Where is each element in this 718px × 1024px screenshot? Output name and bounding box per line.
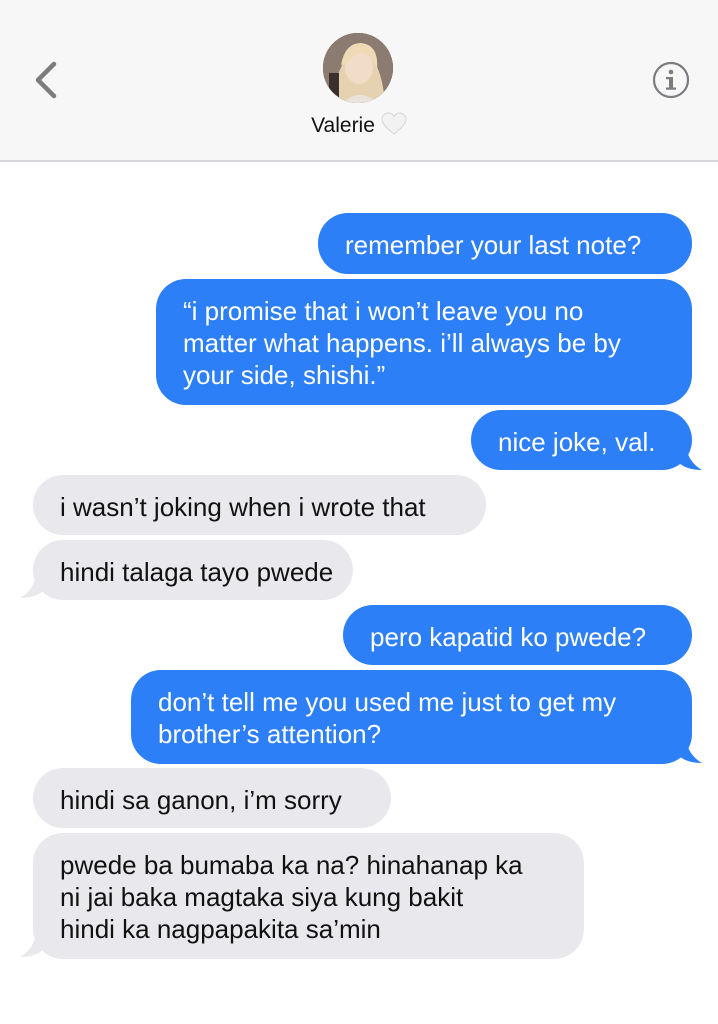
message-bubble-received[interactable]: hindi sa ganon, i’m sorry [33,768,391,828]
message-bubble-sent[interactable]: pero kapatid ko pwede? [343,605,692,665]
message-bubble-sent[interactable]: “i promise that i won’t leave you no mat… [156,279,692,405]
contact-name-row[interactable]: Valerie [0,112,718,142]
message-text: hindi talaga tayo pwede [60,557,334,587]
info-icon [652,61,690,99]
message-thread[interactable]: remember your last note? “i promise that… [0,164,718,1024]
message-bubble-sent[interactable]: don’t tell me you used me just to get my… [131,670,692,764]
message-bubble-sent[interactable]: remember your last note? [318,213,692,274]
message-bubble-received[interactable]: pwede ba bumaba ka na? hinahanap ka ni j… [33,833,584,959]
sent-bubble-tail [678,739,702,763]
message-text: your side, shishi.” [183,360,386,390]
message-text: nice joke, val. [498,427,656,457]
sent-bubble-tail [678,446,702,470]
contact-name: Valerie [311,114,375,137]
back-button[interactable] [28,58,64,102]
message-text: hindi ka nagpapakita sa’min [60,914,381,944]
info-button[interactable] [652,61,690,99]
message-text: hindi sa ganon, i’m sorry [60,785,342,815]
message-text: don’t tell me you used me just to get my [158,687,617,717]
message-bubble-sent[interactable]: nice joke, val. [471,410,692,470]
received-bubble-tail [20,933,44,957]
message-text: ni jai baka magtaka siya kung bakit [60,882,464,912]
white-heart-icon [381,112,407,142]
message-text: pero kapatid ko pwede? [370,622,647,652]
received-bubble-tail [20,574,44,598]
chevron-left-icon [35,61,57,99]
message-bubble-received[interactable]: i wasn’t joking when i wrote that [33,475,486,535]
message-bubble-received[interactable]: hindi talaga tayo pwede [33,540,353,600]
conversation-header: Valerie [0,0,718,162]
message-text: matter what happens. i’ll always be by [183,328,621,358]
contact-avatar[interactable] [323,33,393,103]
message-text: “i promise that i won’t leave you no [183,296,584,326]
message-text: pwede ba bumaba ka na? hinahanap ka [60,850,523,880]
message-text: i wasn’t joking when i wrote that [60,492,426,522]
avatar-photo [323,33,393,103]
message-text: remember your last note? [345,230,642,260]
message-text: brother’s attention? [158,719,382,749]
